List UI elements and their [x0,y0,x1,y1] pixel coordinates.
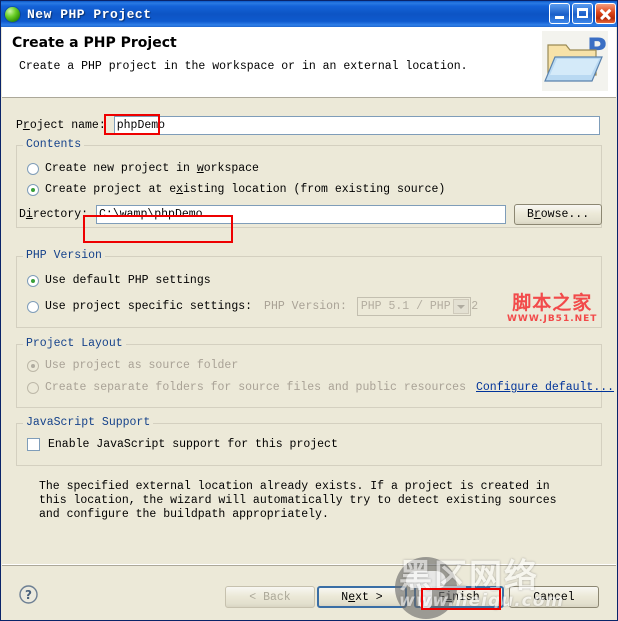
footer-divider [2,565,616,566]
cancel-button[interactable]: Cancel [509,586,599,608]
maximize-button[interactable] [572,3,593,24]
radio-icon-source-folder [27,359,39,372]
window-title: New PHP Project [27,6,152,22]
php-folder-icon: P [542,31,608,91]
radio-label-workspace: Create new project in workspace [45,162,259,175]
directory-row: Directory: C:\wamp\phpDemo Br owse... [19,204,603,225]
checkbox-enable-javascript-support[interactable]: Enable JavaScript support for this proje… [27,438,338,451]
help-button[interactable]: ? [19,585,38,604]
next-button[interactable]: Ne xt > [317,586,407,608]
title-bar: New PHP Project [1,1,617,27]
close-button[interactable] [595,3,616,24]
wizard-header: Create a PHP Project Create a PHP projec… [2,27,616,98]
radio-label-existing-location: Create project at existing location (fro… [45,183,446,196]
radio-use-project-specific-settings[interactable]: Use project specific settings: PHP Versi… [27,297,478,316]
browse-button[interactable]: Br owse... [514,204,603,225]
new-php-project-dialog: New PHP Project Create a PHP Project Cre… [0,0,618,621]
contents-group-title: Contents [23,138,85,151]
radio-label-source-folder: Use project as source folder [45,359,239,372]
back-button: < Back [225,586,315,608]
contents-group: Contents Create new project in workspace… [16,138,603,228]
configure-default-link[interactable]: Configure default... [476,381,614,394]
radio-label-specific-php: Use project specific settings: [45,300,253,313]
radio-icon-separate-folders [27,381,39,394]
project-layout-group: Project Layout Use project as source fol… [16,337,614,408]
window-controls [549,3,616,24]
radio-use-project-as-source-folder: Use project as source folder [27,359,238,372]
minimize-button[interactable] [549,3,570,24]
chevron-down-icon[interactable] [452,299,469,314]
checkbox-label-javascript: Enable JavaScript support for this proje… [48,438,338,451]
php-version-group: PHP Version Use default PHP settings Use… [16,249,602,328]
radio-create-at-existing-location[interactable]: Create project at existing location (fro… [27,183,445,196]
javascript-support-group: JavaScript Support Enable JavaScript sup… [16,416,602,466]
page-description: Create a PHP project in the workspace or… [19,60,468,73]
php-version-field-label: PHP Version: [264,300,347,313]
page-title: Create a PHP Project [12,35,177,51]
finish-button[interactable]: Fi nish [414,586,504,608]
radio-label-default-php: Use default PHP settings [45,274,211,287]
directory-input[interactable]: C:\wamp\phpDemo [96,205,507,224]
green-sphere-icon [5,6,20,22]
radio-create-separate-folders: Create separate folders for source files… [27,381,466,394]
project-name-row: Project name: phpDemo [16,115,602,135]
radio-icon-specific-php [27,300,39,313]
radio-use-default-php-settings[interactable]: Use default PHP settings [27,274,211,287]
radio-label-separate-folders: Create separate folders for source files… [45,381,466,394]
radio-create-new-in-workspace[interactable]: Create new project in workspace [27,162,259,175]
project-name-label: Project name: [16,118,106,132]
directory-label: Directory: [19,208,89,221]
project-name-input[interactable]: phpDemo [113,115,600,135]
project-layout-group-title: Project Layout [23,337,126,350]
radio-icon-existing-location [27,183,39,196]
radio-icon-workspace [27,162,39,175]
php-version-group-title: PHP Version [23,249,105,262]
javascript-support-group-title: JavaScript Support [23,416,154,429]
svg-text:?: ? [25,588,32,602]
radio-icon-default-php [27,274,39,287]
php-version-combo[interactable]: PHP 5.1 / PHP 5.2 [356,297,478,316]
status-message: The specified external location already … [39,480,557,521]
checkbox-icon-javascript [27,438,40,451]
